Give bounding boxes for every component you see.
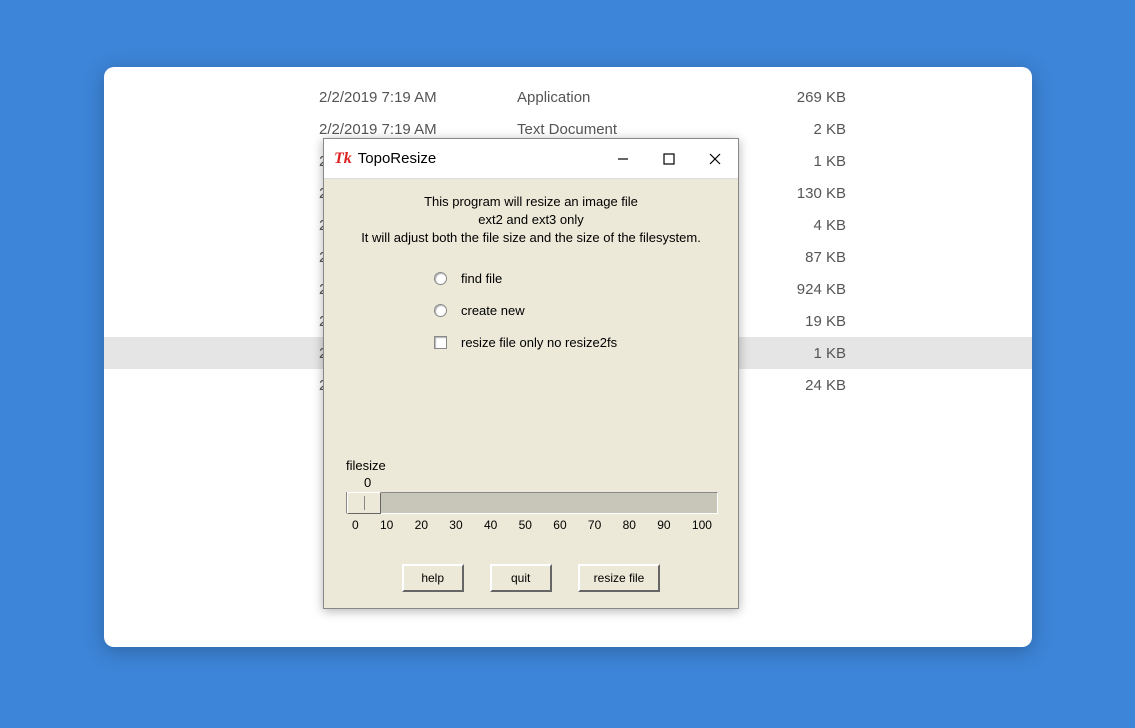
button-row: help quit resize file: [324, 564, 738, 592]
file-size: 2 KB: [813, 121, 846, 138]
minimize-button[interactable]: [600, 139, 646, 178]
tick-label: 40: [484, 518, 497, 532]
file-date: 2/2/2019 7:19 AM: [319, 121, 437, 138]
tick-label: 10: [380, 518, 393, 532]
toporesize-dialog: Tk TopoResize This program will resize a…: [323, 138, 739, 609]
maximize-icon: [662, 152, 676, 166]
file-size: 87 KB: [805, 249, 846, 266]
file-type: Application: [517, 89, 590, 106]
file-size: 4 KB: [813, 217, 846, 234]
maximize-button[interactable]: [646, 139, 692, 178]
slider-value: 0: [364, 475, 718, 490]
file-size: 24 KB: [805, 377, 846, 394]
intro-text: This program will resize an image file e…: [334, 193, 728, 247]
titlebar-buttons: [600, 139, 738, 178]
options-group: find file create new resize file only no…: [434, 263, 728, 359]
file-size: 1 KB: [813, 153, 846, 170]
radio-find-file[interactable]: find file: [434, 263, 728, 295]
tick-label: 70: [588, 518, 601, 532]
tick-label: 0: [352, 518, 359, 532]
close-button[interactable]: [692, 139, 738, 178]
checkbox-icon: [434, 336, 447, 349]
radio-icon: [434, 304, 447, 317]
radio-create-new[interactable]: create new: [434, 295, 728, 327]
file-row[interactable]: 2/2/2019 7:19 AM Application 269 KB: [104, 81, 1032, 113]
close-icon: [708, 152, 722, 166]
minimize-icon: [616, 152, 630, 166]
file-size: 19 KB: [805, 313, 846, 330]
radio-label: create new: [461, 303, 525, 318]
intro-line3: It will adjust both the file size and th…: [334, 229, 728, 247]
file-size: 924 KB: [797, 281, 846, 298]
file-date: 2/2/2019 7:19 AM: [319, 89, 437, 106]
filesize-slider[interactable]: [346, 492, 718, 514]
tk-icon: Tk: [334, 150, 352, 168]
file-size: 130 KB: [797, 185, 846, 202]
help-button[interactable]: help: [402, 564, 464, 592]
filesize-slider-section: filesize 0 0 10 20 30 40 50 60 70 80 90 100: [346, 458, 718, 532]
slider-ticks: 0 10 20 30 40 50 60 70 80 90 100: [346, 518, 718, 532]
tick-label: 100: [692, 518, 712, 532]
tick-label: 60: [553, 518, 566, 532]
titlebar: Tk TopoResize: [324, 139, 738, 179]
checkbox-label: resize file only no resize2fs: [461, 335, 617, 350]
tick-label: 30: [449, 518, 462, 532]
checkbox-resize-only[interactable]: resize file only no resize2fs: [434, 327, 728, 359]
window-title: TopoResize: [358, 150, 436, 167]
tick-label: 50: [519, 518, 532, 532]
quit-button[interactable]: quit: [490, 564, 552, 592]
dialog-body: This program will resize an image file e…: [324, 179, 738, 359]
slider-label: filesize: [346, 458, 718, 473]
intro-line2: ext2 and ext3 only: [334, 211, 728, 229]
intro-line1: This program will resize an image file: [334, 193, 728, 211]
resize-button[interactable]: resize file: [578, 564, 661, 592]
radio-label: find file: [461, 271, 502, 286]
file-type: Text Document: [517, 121, 617, 138]
tick-label: 90: [657, 518, 670, 532]
file-size: 269 KB: [797, 89, 846, 106]
tick-label: 80: [623, 518, 636, 532]
tick-label: 20: [415, 518, 428, 532]
slider-thumb[interactable]: [347, 492, 381, 514]
file-size: 1 KB: [813, 345, 846, 362]
radio-icon: [434, 272, 447, 285]
